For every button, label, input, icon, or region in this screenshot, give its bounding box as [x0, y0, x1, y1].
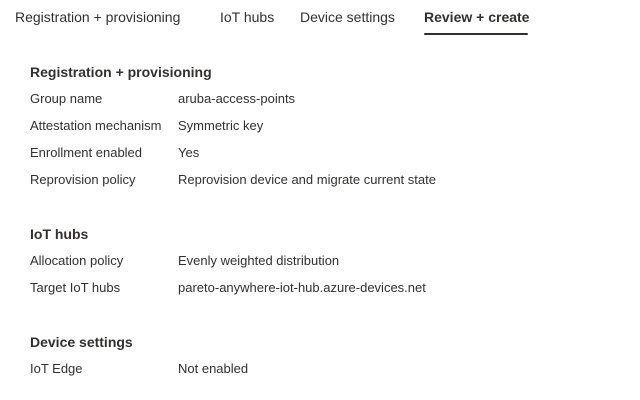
tab-device-settings[interactable]: Device settings: [300, 9, 395, 26]
label-target-iot-hubs: Target IoT hubs: [30, 280, 121, 295]
label-attestation-mechanism: Attestation mechanism: [30, 118, 162, 133]
section-title-iot-hubs: IoT hubs: [30, 226, 89, 242]
review-create-page: Registration + provisioning IoT hubs Dev…: [0, 0, 640, 400]
label-iot-edge: IoT Edge: [30, 361, 83, 376]
value-reprovision-policy: Reprovision device and migrate current s…: [178, 172, 436, 187]
tab-iot-hubs[interactable]: IoT hubs: [220, 9, 274, 26]
value-iot-edge: Not enabled: [178, 361, 249, 376]
label-enrollment-enabled: Enrollment enabled: [30, 145, 143, 160]
label-group-name: Group name: [30, 91, 103, 106]
active-tab-indicator: [424, 33, 528, 35]
value-enrollment-enabled: Yes: [178, 145, 200, 160]
tab-review-create[interactable]: Review + create: [424, 9, 529, 26]
label-allocation-policy: Allocation policy: [30, 253, 124, 268]
label-reprovision-policy: Reprovision policy: [30, 172, 136, 187]
value-group-name: aruba-access-points: [178, 91, 296, 106]
section-title-registration-provisioning: Registration + provisioning: [30, 64, 212, 80]
value-attestation-mechanism: Symmetric key: [178, 118, 264, 133]
section-title-device-settings: Device settings: [30, 334, 133, 350]
value-target-iot-hubs: pareto-anywhere-iot-hub.azure-devices.ne…: [178, 280, 426, 295]
value-allocation-policy: Evenly weighted distribution: [178, 253, 340, 268]
tab-registration-provisioning[interactable]: Registration + provisioning: [15, 9, 180, 26]
tab-bar: Registration + provisioning IoT hubs Dev…: [0, 0, 640, 36]
